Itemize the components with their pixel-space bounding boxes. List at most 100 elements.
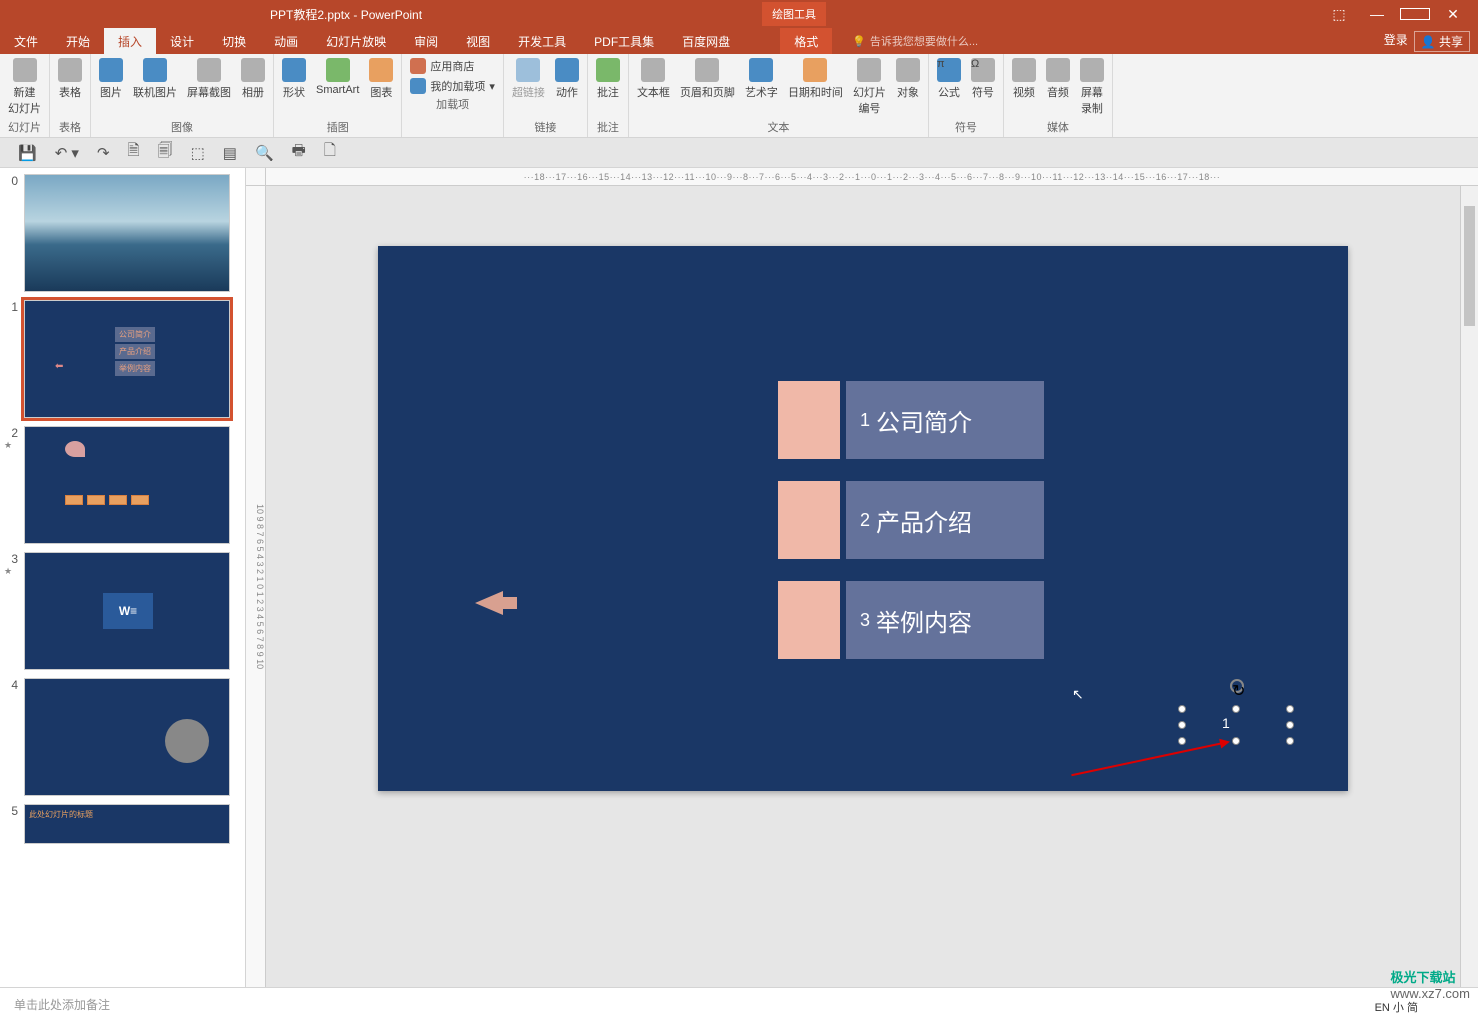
num-box[interactable] bbox=[778, 581, 840, 659]
save-icon[interactable]: 💾 bbox=[18, 144, 37, 162]
resize-handle[interactable] bbox=[1178, 737, 1186, 745]
shapes-button[interactable]: 形状 bbox=[282, 58, 306, 117]
tab-file[interactable]: 文件 bbox=[0, 28, 52, 54]
audio-button[interactable]: 音频 bbox=[1046, 58, 1070, 117]
selected-textbox[interactable]: ↻ 1 bbox=[1182, 709, 1290, 741]
thumbnail-wrap[interactable]: 1 公司简介 产品介绍 举例内容 ⬅ bbox=[4, 300, 241, 418]
my-addins-button[interactable]: 我的加载项 ▾ bbox=[410, 78, 495, 94]
qat-icon[interactable]: ▤ bbox=[223, 144, 237, 162]
action-button[interactable]: 动作 bbox=[555, 58, 579, 117]
text-box[interactable]: 3举例内容 bbox=[846, 581, 1044, 659]
scrollbar-thumb[interactable] bbox=[1464, 206, 1475, 326]
new-slide-button[interactable]: 新建 幻灯片 bbox=[8, 58, 41, 117]
tab-insert[interactable]: 插入 bbox=[104, 28, 156, 54]
ribbon-options-icon[interactable]: ⬚ bbox=[1324, 6, 1354, 23]
content-row-2[interactable]: 2产品介绍 bbox=[778, 481, 1044, 559]
store-button[interactable]: 应用商店 bbox=[410, 58, 495, 74]
slide-thumbnail-2[interactable] bbox=[24, 426, 230, 544]
arrow-shape[interactable] bbox=[475, 591, 503, 615]
thumbnail-wrap[interactable]: 3★ W≡ bbox=[4, 552, 241, 670]
tab-format[interactable]: 格式 bbox=[780, 28, 832, 54]
qat-icon[interactable]: 🔍 bbox=[255, 144, 274, 162]
thumbnail-wrap[interactable]: 5 此处幻灯片的标题 bbox=[4, 804, 241, 844]
text-box[interactable]: 2产品介绍 bbox=[846, 481, 1044, 559]
minimize-icon[interactable]: — bbox=[1362, 6, 1392, 23]
slide-thumbnail-panel[interactable]: 0 1 公司简介 产品介绍 举例内容 ⬅ 2★ 3★ W bbox=[0, 168, 246, 987]
vertical-scrollbar[interactable] bbox=[1460, 186, 1478, 987]
tab-animations[interactable]: 动画 bbox=[260, 28, 312, 54]
slide-thumbnail-0[interactable] bbox=[24, 174, 230, 292]
object-icon bbox=[896, 58, 920, 82]
rotate-handle-icon[interactable]: ↻ bbox=[1230, 679, 1244, 693]
qat-icon[interactable]: ⬚ bbox=[191, 144, 205, 162]
resize-handle[interactable] bbox=[1178, 721, 1186, 729]
content-row-3[interactable]: 3举例内容 bbox=[778, 581, 1044, 659]
qat-icon[interactable]: 🗐 bbox=[158, 140, 173, 165]
qat-icon[interactable]: 🗋 bbox=[324, 140, 336, 165]
slide-number-button[interactable]: 幻灯片 编号 bbox=[853, 58, 886, 117]
tab-review[interactable]: 审阅 bbox=[400, 28, 452, 54]
maximize-icon[interactable] bbox=[1400, 6, 1430, 23]
slide-thumbnail-5[interactable]: 此处幻灯片的标题 bbox=[24, 804, 230, 844]
textbox-content[interactable]: 1 bbox=[1222, 715, 1230, 731]
resize-handle[interactable] bbox=[1232, 705, 1240, 713]
num-box[interactable] bbox=[778, 381, 840, 459]
comment-button[interactable]: 批注 bbox=[596, 58, 620, 117]
close-icon[interactable]: ✕ bbox=[1438, 6, 1468, 23]
header-footer-button[interactable]: 页眉和页脚 bbox=[680, 58, 735, 117]
thumbnail-wrap[interactable]: 4 bbox=[4, 678, 241, 796]
boxes-icon bbox=[65, 495, 149, 505]
tab-baidu[interactable]: 百度网盘 bbox=[668, 28, 744, 54]
login-button[interactable]: 登录 bbox=[1384, 31, 1408, 52]
horizontal-ruler[interactable]: ···18···17···16···15···14···13···12···11… bbox=[266, 168, 1478, 186]
resize-handle[interactable] bbox=[1286, 721, 1294, 729]
tab-view[interactable]: 视图 bbox=[452, 28, 504, 54]
screen-recording-button[interactable]: 屏幕 录制 bbox=[1080, 58, 1104, 117]
tab-transitions[interactable]: 切换 bbox=[208, 28, 260, 54]
redo-icon[interactable]: ↷ bbox=[97, 144, 110, 162]
slide-thumbnail-3[interactable]: W≡ bbox=[24, 552, 230, 670]
tab-developer[interactable]: 开发工具 bbox=[504, 28, 580, 54]
thumbnail-wrap[interactable]: 0 bbox=[4, 174, 241, 292]
chart-button[interactable]: 图表 bbox=[369, 58, 393, 117]
hyperlink-button[interactable]: 超链接 bbox=[512, 58, 545, 117]
slide-canvas-scroll[interactable]: 1公司简介 2产品介绍 3举例内容 ↖ ↻ bbox=[266, 186, 1460, 987]
notes-pane[interactable]: 单击此处添加备注 bbox=[0, 987, 1478, 1021]
textbox-button[interactable]: 文本框 bbox=[637, 58, 670, 117]
resize-handle[interactable] bbox=[1286, 737, 1294, 745]
num-box[interactable] bbox=[778, 481, 840, 559]
text-box[interactable]: 1公司简介 bbox=[846, 381, 1044, 459]
tell-me-search[interactable]: 💡告诉我您想要做什么... bbox=[852, 33, 978, 49]
tab-pdf[interactable]: PDF工具集 bbox=[580, 28, 668, 54]
tab-design[interactable]: 设计 bbox=[156, 28, 208, 54]
object-button[interactable]: 对象 bbox=[896, 58, 920, 117]
datetime-button[interactable]: 日期和时间 bbox=[788, 58, 843, 117]
undo-icon[interactable]: ↶ ▾ bbox=[55, 144, 79, 162]
photo-album-button[interactable]: 相册 bbox=[241, 58, 265, 117]
qat-icon[interactable]: 🖶 bbox=[292, 140, 306, 165]
screenshot-button[interactable]: 屏幕截图 bbox=[187, 58, 231, 117]
equation-button[interactable]: π公式 bbox=[937, 58, 961, 117]
slide-canvas[interactable]: 1公司简介 2产品介绍 3举例内容 ↖ ↻ bbox=[378, 246, 1348, 791]
slide-thumbnail-4[interactable] bbox=[24, 678, 230, 796]
online-pictures-button[interactable]: 联机图片 bbox=[133, 58, 177, 117]
table-button[interactable]: 表格 bbox=[58, 58, 82, 117]
resize-handle[interactable] bbox=[1178, 705, 1186, 713]
pictures-button[interactable]: 图片 bbox=[99, 58, 123, 117]
video-button[interactable]: 视频 bbox=[1012, 58, 1036, 117]
slide-thumbnail-1[interactable]: 公司简介 产品介绍 举例内容 ⬅ bbox=[24, 300, 230, 418]
resize-handle[interactable] bbox=[1232, 737, 1240, 745]
symbol-button[interactable]: Ω符号 bbox=[971, 58, 995, 117]
vertical-ruler[interactable]: 10 9 8 7 6 5 4 3 2 1 0 1 2 3 4 5 6 7 8 9… bbox=[246, 186, 266, 987]
wordart-button[interactable]: 艺术字 bbox=[745, 58, 778, 117]
tab-home[interactable]: 开始 bbox=[52, 28, 104, 54]
tab-slideshow[interactable]: 幻灯片放映 bbox=[312, 28, 400, 54]
thumb-number: 4 bbox=[4, 678, 18, 796]
qat-icon[interactable]: 🗎 bbox=[128, 140, 140, 165]
content-row-1[interactable]: 1公司简介 bbox=[778, 381, 1044, 459]
group-label: 链接 bbox=[512, 119, 579, 135]
smartart-button[interactable]: SmartArt bbox=[316, 58, 359, 117]
share-button[interactable]: 👤 共享 bbox=[1414, 31, 1470, 52]
resize-handle[interactable] bbox=[1286, 705, 1294, 713]
thumbnail-wrap[interactable]: 2★ bbox=[4, 426, 241, 544]
